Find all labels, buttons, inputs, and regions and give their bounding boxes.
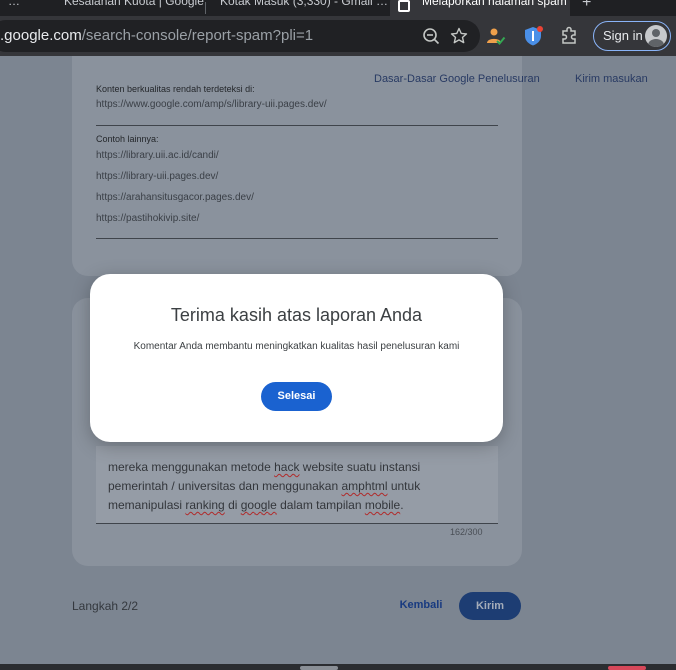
back-button[interactable]: Kembali xyxy=(392,590,450,620)
os-taskbar xyxy=(0,664,676,670)
browser-tab-active[interactable]: Melaporkan halaman spam … xyxy=(390,0,570,16)
divider xyxy=(96,125,498,126)
char-counter: 162/300 xyxy=(450,527,483,537)
comment-text: mereka menggunakan metode hack website s… xyxy=(108,460,421,512)
page-favicon-icon xyxy=(398,0,410,12)
example-url: https://library.uii.ac.id/candi/ xyxy=(96,150,219,161)
address-bar[interactable]: .google.com/search-console/report-spam?p… xyxy=(0,20,480,52)
divider xyxy=(96,238,498,239)
browser-tab[interactable]: Kesalahan Kuota | Google Search … xyxy=(56,0,206,16)
extension-shield-icon[interactable] xyxy=(522,25,544,47)
tab-title: Kotak Masuk (3,330) - Gmail … xyxy=(220,0,388,8)
sign-in-button[interactable]: Sign in xyxy=(593,21,671,51)
taskbar-item[interactable] xyxy=(608,666,646,670)
example-url: https://pastihokivip.site/ xyxy=(96,213,200,224)
step-indicator: Langkah 2/2 xyxy=(72,599,139,613)
tab-title: Kesalahan Kuota | Google Search … xyxy=(64,0,206,8)
taskbar-item[interactable] xyxy=(300,666,338,670)
dialog-message: Komentar Anda membantu meningkatkan kual… xyxy=(133,341,460,352)
search-basics-link[interactable]: Dasar-Dasar Google Penelusuran xyxy=(374,73,540,85)
sign-in-label: Sign in xyxy=(603,28,643,43)
example-url: https://arahansitusgacor.pages.dev/ xyxy=(96,192,254,203)
dialog-title: Terima kasih atas laporan Anda xyxy=(170,305,423,325)
url-text: .google.com/search-console/report-spam?p… xyxy=(0,27,314,44)
tab-separator xyxy=(205,2,206,14)
thank-you-dialog: Terima kasih atas laporan Anda Komentar … xyxy=(90,274,503,442)
textarea-underline xyxy=(96,523,498,524)
avatar-icon xyxy=(645,25,667,47)
tab-strip: … Kesalahan Kuota | Google Search … Kota… xyxy=(0,0,676,16)
low-quality-label: Konten berkualitas rendah terdeteksi di: xyxy=(96,84,255,94)
comment-textarea[interactable]: mereka menggunakan metode hack website s… xyxy=(96,446,498,524)
browser-tab[interactable]: … xyxy=(0,0,40,16)
bookmark-star-icon[interactable] xyxy=(450,27,468,45)
tab-title: … xyxy=(8,0,20,8)
examples-label: Contoh lainnya: xyxy=(96,134,159,144)
submit-button[interactable]: Kirim xyxy=(459,592,521,620)
extensions-puzzle-icon[interactable] xyxy=(558,25,580,47)
new-tab-button[interactable]: + xyxy=(582,0,591,12)
example-url: https://library-uii.pages.dev/ xyxy=(96,171,219,182)
send-feedback-link[interactable]: Kirim masukan xyxy=(575,73,648,85)
tab-title: Melaporkan halaman spam … xyxy=(422,0,570,8)
browser-tab[interactable]: Kotak Masuk (3,330) - Gmail … xyxy=(212,0,388,16)
browser-toolbar: .google.com/search-console/report-spam?p… xyxy=(0,16,676,56)
zoom-out-icon[interactable] xyxy=(422,27,440,45)
done-button[interactable]: Selesai xyxy=(261,382,332,411)
extension-person-icon[interactable] xyxy=(484,25,506,47)
low-quality-url: https://www.google.com/amp/s/library-uii… xyxy=(96,99,327,110)
